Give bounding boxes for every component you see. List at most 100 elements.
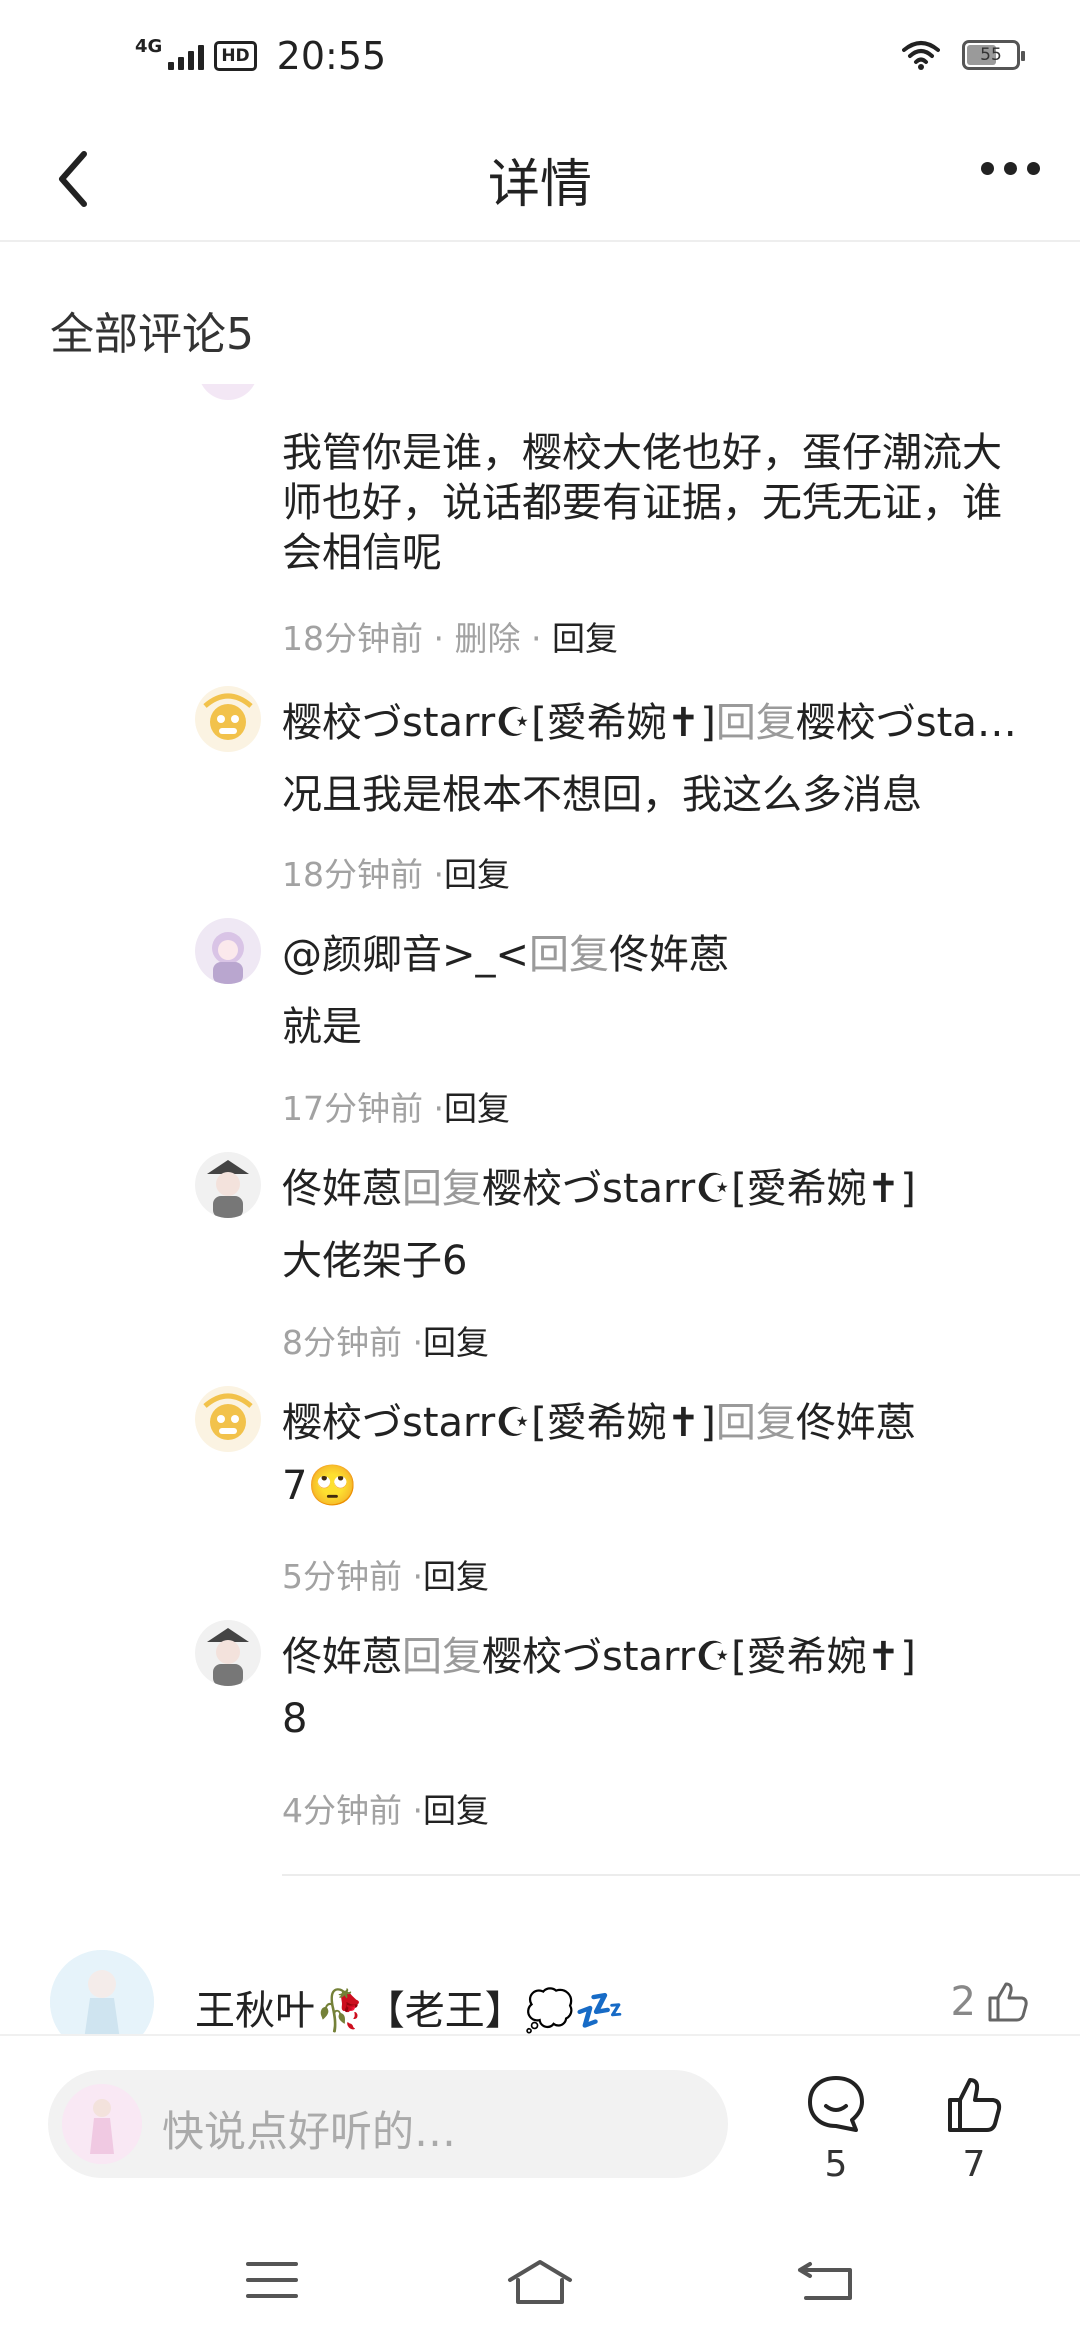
network-type: 4G bbox=[135, 35, 163, 57]
avatar-image bbox=[195, 1386, 261, 1452]
reply-target[interactable]: 樱校づstarr☪[愛希婉✝] bbox=[482, 1634, 916, 1680]
reply-text: 我管你是谁，樱校大佬也好，蛋仔潮流大师也好，说话都要有证据，无凭无证，谁会相信呢 bbox=[282, 430, 1002, 576]
avatar[interactable] bbox=[195, 1386, 261, 1452]
reply-text: 大佬架子6 bbox=[282, 1238, 468, 1284]
input-placeholder: 快说点好听的… bbox=[162, 2107, 457, 2156]
more-dot bbox=[981, 162, 994, 175]
more-dot bbox=[1027, 162, 1040, 175]
meta-separator: · bbox=[423, 1089, 444, 1128]
reply-meta: 8分钟前 ·回复 bbox=[282, 1316, 489, 1364]
meta-separator: · bbox=[402, 1791, 423, 1830]
avatar-image bbox=[195, 918, 261, 984]
reply-button[interactable]: 回复 bbox=[444, 855, 510, 894]
like-button[interactable]: 7 bbox=[934, 2072, 1014, 2185]
reply-button[interactable]: 回复 bbox=[423, 1323, 489, 1362]
more-button[interactable] bbox=[981, 162, 1040, 175]
author-name[interactable]: 樱校づstarr☪[愛希婉✝] bbox=[282, 1400, 716, 1446]
battery-icon: 55 bbox=[962, 40, 1025, 70]
author-name[interactable]: 樱校づstarr☪[愛希婉✝] bbox=[282, 700, 716, 746]
reply-text: 就是 bbox=[282, 1004, 362, 1050]
thumbs-up-icon bbox=[948, 2078, 1002, 2132]
hd-badge: HD bbox=[214, 41, 257, 71]
reply-time: 18分钟前 bbox=[282, 855, 423, 894]
meta-separator: · bbox=[402, 1557, 423, 1596]
reply-meta: 18分钟前 · 删除 · 回复 bbox=[282, 612, 618, 660]
reply-target[interactable]: 樱校づsta… bbox=[796, 700, 1017, 746]
menu-icon[interactable] bbox=[244, 2258, 300, 2302]
meta-separator: · bbox=[423, 855, 444, 894]
avatar[interactable] bbox=[195, 918, 261, 984]
like-count: 7 bbox=[962, 2144, 986, 2185]
comments-header: 全部评论5 bbox=[50, 309, 254, 360]
comment-count: 5 bbox=[824, 2144, 848, 2185]
page-title: 详情 bbox=[487, 155, 592, 215]
reply-header: 佟姩蒽回复樱校づstarr☪[愛希婉✝] bbox=[282, 1156, 1042, 1214]
reply-time: 5分钟前 bbox=[282, 1557, 402, 1596]
reply-target[interactable]: 樱校づstarr☪[愛希婉✝] bbox=[482, 1166, 916, 1212]
reply-button[interactable]: 回复 bbox=[423, 1791, 489, 1830]
back-nav-icon[interactable] bbox=[796, 2258, 856, 2302]
reply-header: 佟姩蒽回复樱校づstarr☪[愛希婉✝] bbox=[282, 1624, 1042, 1682]
divider bbox=[282, 1874, 1080, 1876]
meta-separator: · bbox=[520, 619, 552, 658]
author-name[interactable]: @颜卿音>_< bbox=[282, 932, 529, 978]
reply-time: 8分钟前 bbox=[282, 1323, 402, 1362]
wifi-icon bbox=[902, 41, 940, 70]
reply-text: 况且我是根本不想回，我这么多消息 bbox=[282, 772, 922, 818]
reply-text: 7🙄 bbox=[282, 1463, 358, 1509]
like-button[interactable]: 2 bbox=[951, 1978, 1032, 2026]
reply-meta: 17分钟前 ·回复 bbox=[282, 1082, 510, 1130]
reply-word: 回复 bbox=[402, 1166, 482, 1212]
signal-icon bbox=[168, 42, 205, 70]
meta-separator: · bbox=[423, 619, 455, 658]
clock: 20:55 bbox=[276, 34, 387, 78]
avatar-image bbox=[195, 1620, 261, 1686]
like-count: 2 bbox=[950, 1979, 976, 2025]
reply-header: 樱校づstarr☪[愛希婉✝]回复佟姩蒽 bbox=[282, 1390, 1042, 1448]
top-nav: 详情 bbox=[0, 120, 1080, 242]
avatar[interactable] bbox=[198, 384, 258, 414]
reply-target[interactable]: 佟姩蒽 bbox=[796, 1400, 916, 1446]
reply-header: @颜卿音>_<回复佟姩蒽 bbox=[282, 922, 1042, 980]
battery-level: 55 bbox=[980, 45, 1002, 65]
reply-meta: 4分钟前 ·回复 bbox=[282, 1784, 489, 1832]
bottom-bar: 快说点好听的… 5 7 bbox=[0, 2034, 1080, 2220]
author-name[interactable]: 王秋叶🥀【老王】💭💤 bbox=[195, 1978, 624, 2036]
reply-word: 回复 bbox=[529, 932, 610, 978]
reply-time: 4分钟前 bbox=[282, 1791, 402, 1830]
reply-meta: 5分钟前 ·回复 bbox=[282, 1550, 489, 1598]
status-bar: 4G HD 20:55 55 bbox=[0, 0, 1080, 120]
avatar[interactable] bbox=[195, 686, 261, 752]
reply-word: 回复 bbox=[402, 1634, 482, 1680]
avatar-image bbox=[195, 1152, 261, 1218]
reply-text: 8 bbox=[282, 1696, 308, 1742]
home-icon[interactable] bbox=[506, 2258, 574, 2306]
more-dot bbox=[1004, 162, 1017, 175]
reply-time: 17分钟前 bbox=[282, 1089, 423, 1128]
reply-button[interactable]: 回复 bbox=[552, 619, 618, 658]
status-right: 55 bbox=[902, 40, 1025, 70]
avatar-image bbox=[195, 686, 261, 752]
avatar[interactable] bbox=[195, 1620, 261, 1686]
reply-meta: 18分钟前 ·回复 bbox=[282, 848, 510, 896]
comment-input[interactable]: 快说点好听的… bbox=[48, 2070, 728, 2178]
author-name[interactable]: 佟姩蒽 bbox=[282, 1166, 402, 1212]
user-avatar bbox=[62, 2084, 142, 2164]
reply-word: 回复 bbox=[715, 700, 796, 746]
avatar-image bbox=[62, 2084, 142, 2164]
avatar[interactable] bbox=[195, 1152, 261, 1218]
reply-header: 樱校づstarr☪[愛希婉✝]回复樱校づsta… bbox=[282, 690, 1042, 748]
status-left: 4G HD 20:55 bbox=[135, 34, 386, 78]
comment-icon bbox=[808, 2076, 864, 2132]
delete-button[interactable]: 删除 bbox=[454, 619, 520, 658]
thumbs-up-icon bbox=[988, 1982, 1028, 2022]
reply-time: 18分钟前 bbox=[282, 619, 423, 658]
author-name[interactable]: 佟姩蒽 bbox=[282, 1634, 402, 1680]
system-nav-bar bbox=[0, 2220, 1080, 2340]
reply-button[interactable]: 回复 bbox=[444, 1089, 510, 1128]
meta-separator: · bbox=[402, 1323, 423, 1362]
comment-button[interactable]: 5 bbox=[796, 2072, 876, 2185]
reply-button[interactable]: 回复 bbox=[423, 1557, 489, 1596]
reply-target[interactable]: 佟姩蒽 bbox=[609, 932, 729, 978]
reply-word: 回复 bbox=[715, 1400, 796, 1446]
